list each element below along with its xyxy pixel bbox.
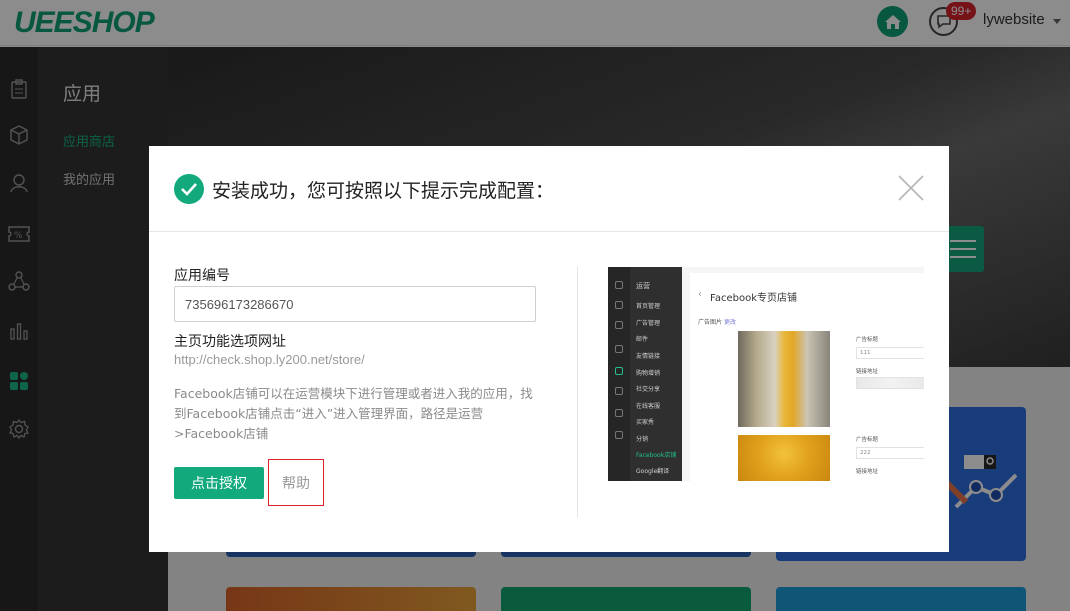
- install-success-dialog: 安装成功，您可按照以下提示完成配置： 应用编号 主页功能选项网址 http://…: [149, 146, 949, 552]
- preview-nav-item: Google翻译: [636, 468, 670, 475]
- dialog-title: 安装成功，您可按照以下提示完成配置：: [212, 180, 555, 202]
- homepage-url-label: 主页功能选项网址: [174, 334, 286, 350]
- instructions-line: Facebook店铺可以在运营模块下进行管理或者进入我的应用，找: [174, 386, 533, 401]
- preview-nav-item: 邮件: [636, 336, 649, 343]
- authorize-button[interactable]: 点击授权: [174, 467, 264, 499]
- instructions-line: >Facebook店铺: [174, 426, 269, 441]
- preview-nav-icon: [615, 301, 623, 309]
- preview-nav-icon: [615, 431, 623, 439]
- preview-field-label: 链接地址: [856, 469, 879, 475]
- preview-field-label: 广告标题: [856, 337, 879, 343]
- preview-nav-item: 首页管理: [636, 303, 661, 310]
- preview-nav-item: 友情链接: [636, 353, 661, 360]
- homepage-url-value: http://check.shop.ly200.net/store/: [174, 352, 365, 367]
- preview-content: ‹ Facebook专页店铺 广告图片 更改 广告标题 111 链接地址 广告标…: [690, 273, 924, 481]
- app-id-input[interactable]: [174, 286, 536, 322]
- help-button[interactable]: 帮助: [268, 459, 324, 506]
- close-button[interactable]: [897, 174, 925, 202]
- preview-field-label: 广告标题: [856, 437, 879, 443]
- chevron-left-icon: ‹: [698, 289, 702, 300]
- preview-nav-icon: [615, 367, 623, 375]
- app-id-label: 应用编号: [174, 268, 230, 284]
- preview-product-photo: [738, 331, 830, 427]
- instructions-line: 到Facebook店铺点击“进入”进入管理界面，路径是运营: [174, 406, 484, 421]
- preview-nav-icon: [615, 409, 623, 417]
- preview-nav-icon: [615, 281, 623, 289]
- preview-page-title: Facebook专页店铺: [710, 293, 797, 304]
- preview-nav-item: 分销: [636, 436, 649, 443]
- preview-nav-item: 买家秀: [636, 419, 655, 426]
- preview-nav-item: 社交分享: [636, 386, 661, 393]
- preview-field-value: [856, 377, 924, 389]
- preview-nav-icon: [615, 387, 623, 395]
- instructions-text: Facebook店铺可以在运营模块下进行管理或者进入我的应用，找 到Facebo…: [174, 384, 533, 444]
- dialog-header: 安装成功，您可按照以下提示完成配置：: [149, 146, 949, 232]
- setup-preview-image: 运营 首页管理 广告管理 邮件 友情链接 购物增销 社交分享 在线客服 买家秀 …: [608, 267, 924, 481]
- preview-product-photo: [738, 435, 830, 481]
- preview-nav-item: 广告管理: [636, 320, 661, 327]
- close-icon: [898, 175, 924, 201]
- preview-nav-item: 在线客服: [636, 403, 661, 410]
- preview-nav-item-active: Facebook店铺: [636, 452, 677, 459]
- preview-nav-icon: [615, 321, 623, 329]
- column-divider: [577, 266, 578, 518]
- preview-section-label: 广告图片 更改: [698, 319, 736, 326]
- preview-nav-item: 购物增销: [636, 370, 661, 377]
- preview-field-value: 111: [856, 347, 924, 359]
- check-circle-icon: [174, 174, 204, 204]
- preview-nav-header: 运营: [636, 282, 650, 290]
- preview-nav-icon: [615, 345, 623, 353]
- preview-sidebar: 运营 首页管理 广告管理 邮件 友情链接 购物增销 社交分享 在线客服 买家秀 …: [608, 267, 682, 481]
- preview-field-value: 222: [856, 447, 924, 459]
- preview-field-label: 链接地址: [856, 369, 879, 375]
